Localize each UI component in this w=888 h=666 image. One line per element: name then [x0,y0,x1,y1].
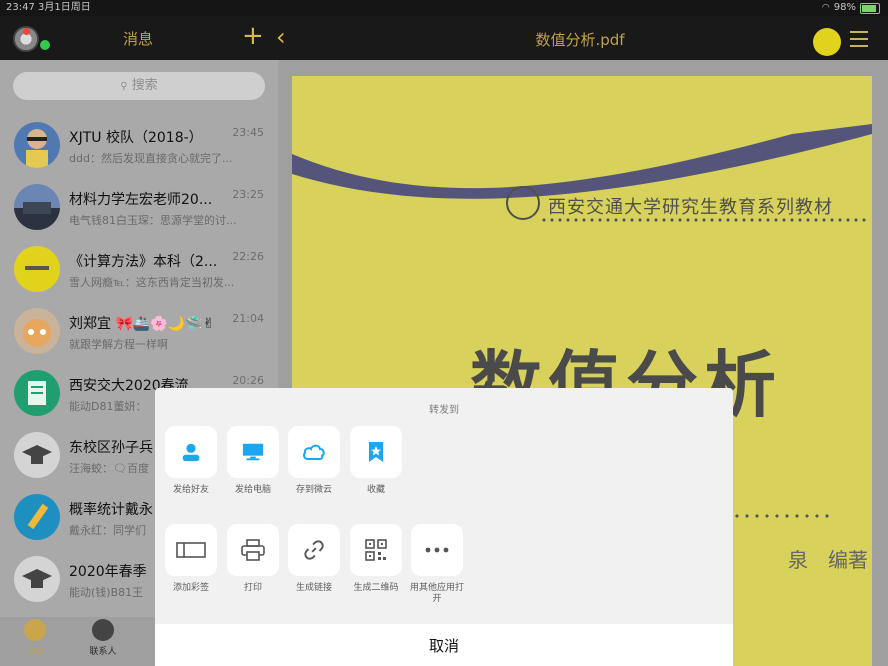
online-status-icon [40,40,50,50]
contacts-tab-icon [92,619,114,641]
chat-preview: 电气钱81白玉琛：思源学堂的讨... [69,214,237,227]
cloud-icon [303,444,325,460]
avatar [14,122,60,168]
action-label: 用其他应用打开 [409,583,464,604]
avatar [14,556,60,602]
series-title: 西安交通大学研究生教育系列教材 [548,197,833,218]
chat-list-item[interactable]: XJTU 校队（2018-） 23:45 ddd：然后发现直接贪心就完了... [0,114,278,176]
avatar [14,432,60,478]
qrcode-icon [365,539,387,561]
tab-label: 联系人 [89,647,117,657]
menu-icon[interactable] [850,31,868,52]
chat-time: 23:45 [232,126,264,139]
tab-label: 消息 [25,647,44,657]
open-with-other-app-button[interactable]: 用其他应用打开 [401,524,473,605]
document-title: 数值分析.pdf [535,31,625,49]
chat-list-item[interactable]: 刘郑宜 🎀🚢🌸🌙🛸✌ 21:04 就跟学解方程一样啊 [0,300,278,362]
chat-name: 《计算方法》本科（2... [69,254,218,270]
search-placeholder: 搜索 [131,78,158,93]
bookmark-star-icon [369,442,383,462]
share-sheet-title: 转发到 [429,405,459,416]
favorite-button[interactable]: 收藏 [340,426,412,496]
chat-preview: ddd：然后发现直接贪心就完了... [69,152,233,165]
avatar [14,370,60,416]
document-cover-thumbnail[interactable] [813,28,841,56]
search-icon: ⚲ [120,81,128,92]
more-icon [425,547,449,553]
chat-name: 材料力学左宏老师20... [69,192,213,208]
dotted-divider [722,513,832,519]
notification-dot [23,28,30,35]
chat-time: 21:04 [232,312,264,325]
avatar [14,494,60,540]
top-bar: 消息 + ‹ 数值分析.pdf [0,16,888,60]
computer-icon [242,443,264,461]
messages-tab-icon [24,619,46,641]
chat-preview: 雪人网瘾℡：这东西肯定当初发... [69,276,235,289]
search-input[interactable]: ⚲ 搜索 [13,72,265,100]
status-bar: 23:47 3月1日周日 ◠ 98% [0,0,888,16]
chat-time: 23:25 [232,188,264,201]
tab-contacts[interactable]: 联系人 [78,619,128,657]
chat-list-item[interactable]: 材料力学左宏老师20... 23:25 电气钱81白玉琛：思源学堂的讨... [0,176,278,238]
back-icon[interactable]: ‹ [276,22,286,52]
action-label: 收藏 [366,485,385,495]
avatar [14,246,60,292]
share-sheet: 转发到 发给好友 发给电脑 存到微云 收藏 添加彩签 打印 生成链接 生成二维码… [155,388,733,666]
wifi-icon: ◠ [821,3,830,13]
tag-icon [176,542,206,558]
chat-time: 22:26 [232,250,264,263]
tab-messages[interactable]: 消息 [10,619,60,657]
cancel-button[interactable]: 取消 [155,624,733,666]
printer-icon [241,539,265,561]
add-icon[interactable]: + [242,21,264,51]
avatar [14,184,60,230]
chat-time: 20:26 [232,374,264,387]
status-time-date: 23:47 3月1日周日 [6,2,91,13]
person-icon [182,443,200,462]
book-author: 泉 编著 [788,548,868,572]
battery-percent: 98% [833,2,856,13]
status-right: ◠ 98% [822,0,880,16]
dotted-divider [540,218,870,222]
battery-icon [860,2,880,14]
messages-title: 消息 [122,30,153,48]
cover-wave-decoration [292,124,872,199]
chat-name: 刘郑宜 🎀🚢🌸🌙🛸✌ [69,316,215,332]
link-icon [304,540,324,560]
chat-list-item[interactable]: 《计算方法》本科（2... 22:26 雪人网瘾℡：这东西肯定当初发... [0,238,278,300]
university-emblem-icon [506,186,540,220]
avatar [14,308,60,354]
chat-name: XJTU 校队（2018-） [69,130,203,146]
chat-preview: 就跟学解方程一样啊 [69,338,168,351]
